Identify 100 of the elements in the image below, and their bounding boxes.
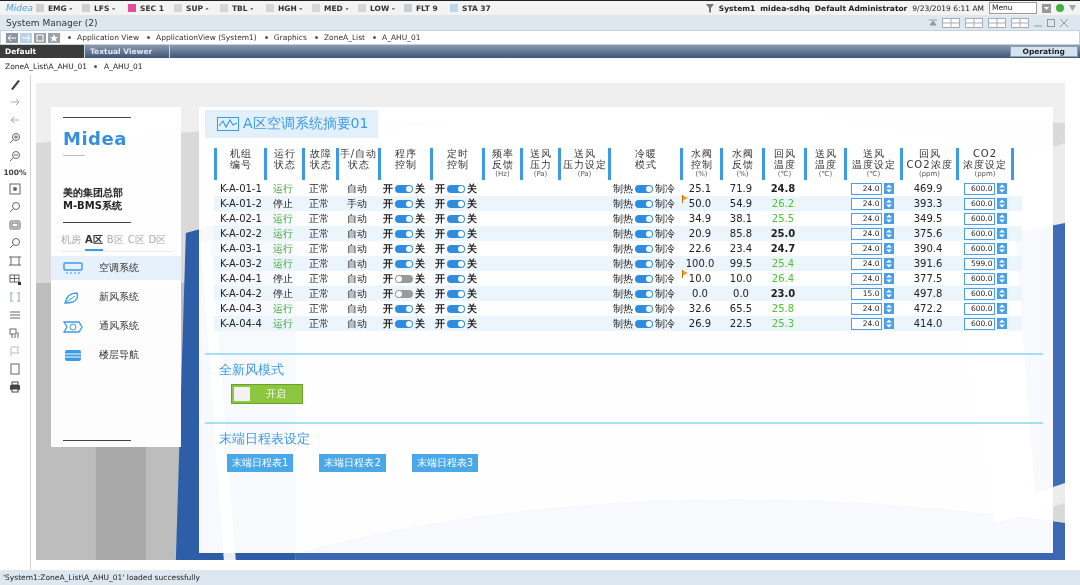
spin-button-icon[interactable]: [883, 228, 894, 239]
table-cell: 393.3: [913, 197, 943, 210]
spin-button-icon[interactable]: [996, 258, 1007, 269]
table-cell: K-A-01-1: [220, 182, 262, 195]
search-icon[interactable]: [9, 237, 21, 249]
select-icon[interactable]: [9, 291, 21, 303]
table-cell: 自动: [347, 242, 367, 255]
column-header: 程序: [394, 148, 417, 159]
toggle-switch[interactable]: [447, 304, 465, 313]
grid-icon[interactable]: [9, 273, 21, 285]
toggle-label: 制热: [613, 301, 633, 316]
table-cell: K-A-04-3: [220, 302, 262, 315]
zoom-in-icon[interactable]: [9, 132, 21, 144]
spin-button-icon[interactable]: [883, 198, 894, 209]
spin-button-icon[interactable]: [883, 318, 894, 329]
column-header: 送风: [573, 148, 596, 159]
table-cell: 23.0: [770, 287, 796, 300]
search-icon[interactable]: [9, 201, 21, 213]
spin-button-icon[interactable]: [883, 213, 894, 224]
column-header: 浓度设定: [963, 159, 1007, 170]
toggle-switch[interactable]: [395, 319, 413, 328]
toggle-switch[interactable]: [447, 289, 465, 298]
spin-button-icon[interactable]: [883, 258, 894, 269]
spin-button-icon[interactable]: [883, 288, 894, 299]
print-icon[interactable]: [9, 381, 21, 393]
toggle-switch[interactable]: [635, 289, 653, 298]
toggle-switch[interactable]: [395, 184, 413, 193]
toggle-switch[interactable]: [447, 319, 465, 328]
table-cell: 32.6: [688, 302, 712, 315]
toggle-switch[interactable]: [395, 304, 413, 313]
toggle-switch[interactable]: [635, 259, 653, 268]
table-cell: 运行: [273, 257, 293, 270]
toggle-label: 开: [435, 316, 445, 331]
spin-button-icon[interactable]: [883, 243, 894, 254]
toggle-switch[interactable]: [447, 214, 465, 223]
layout-icon[interactable]: [988, 17, 1006, 28]
toggle-switch[interactable]: [635, 304, 653, 313]
caret-icon[interactable]: [1069, 5, 1076, 11]
spin-button-icon[interactable]: [996, 243, 1007, 254]
arrow-right-icon[interactable]: [9, 96, 21, 108]
toggle-switch[interactable]: [635, 199, 653, 208]
toggle-switch[interactable]: [635, 229, 653, 238]
spin-button-icon[interactable]: [996, 303, 1007, 314]
toggle-switch[interactable]: [395, 274, 413, 283]
nav-menu-item[interactable]: 新风系统: [51, 285, 181, 309]
toggle-switch[interactable]: [395, 229, 413, 238]
spin-button-icon[interactable]: [996, 273, 1007, 284]
spin-button-icon[interactable]: [996, 318, 1007, 329]
spin-button-icon[interactable]: [883, 303, 894, 314]
spin-button-icon[interactable]: [883, 273, 894, 284]
toggle-switch[interactable]: [635, 319, 653, 328]
toggle-switch[interactable]: [447, 199, 465, 208]
spin-button-icon[interactable]: [996, 288, 1007, 299]
fit-view-icon[interactable]: [9, 183, 21, 195]
toggle-switch[interactable]: [635, 214, 653, 223]
nav-menu-item[interactable]: 空调系统: [51, 256, 181, 280]
dropdown-icon[interactable]: [1042, 3, 1051, 13]
layout-icon[interactable]: [1011, 17, 1029, 28]
zone-tab[interactable]: A区: [85, 231, 103, 251]
toggle-switch[interactable]: [447, 244, 465, 253]
toggle-switch[interactable]: [635, 274, 653, 283]
toggle-label: 制热: [613, 226, 633, 241]
nav-menu-item[interactable]: 通风系统: [51, 314, 181, 338]
pen-icon[interactable]: [9, 78, 21, 90]
spin-button-icon[interactable]: [996, 183, 1007, 194]
layout-icon[interactable]: [942, 17, 960, 28]
back-icon[interactable]: [6, 32, 18, 43]
collapse-icon[interactable]: [929, 18, 937, 27]
spin-button-icon[interactable]: [996, 198, 1007, 209]
fan-icon: [63, 319, 83, 333]
toggle-switch[interactable]: [395, 259, 413, 268]
toggle-switch[interactable]: [635, 184, 653, 193]
spin-button-icon[interactable]: [996, 213, 1007, 224]
toggle-switch[interactable]: [447, 274, 465, 283]
flag-icon[interactable]: [9, 345, 21, 357]
toggle-switch[interactable]: [447, 259, 465, 268]
spin-button-icon[interactable]: [996, 228, 1007, 239]
forward-icon[interactable]: [20, 32, 32, 43]
toggle-switch[interactable]: [395, 244, 413, 253]
crop-icon[interactable]: [9, 255, 21, 267]
toggle-switch[interactable]: [395, 214, 413, 223]
table-cell: 10.0: [688, 272, 712, 285]
menu-icon[interactable]: [9, 309, 21, 321]
toggle-switch[interactable]: [635, 244, 653, 253]
maximize-icon[interactable]: [1047, 18, 1055, 27]
toggle-switch[interactable]: [395, 199, 413, 208]
table-cell: 391.6: [913, 257, 943, 270]
table-cell: 运行: [273, 212, 293, 225]
zoom-out-icon[interactable]: [9, 150, 21, 162]
toggle-switch[interactable]: [447, 229, 465, 238]
nav-menu-item[interactable]: 楼层导航: [51, 343, 181, 367]
arrow-left-icon[interactable]: [9, 114, 21, 126]
frame-icon[interactable]: [9, 219, 21, 231]
page-icon[interactable]: [9, 363, 21, 375]
star-icon[interactable]: [48, 32, 60, 43]
close-icon[interactable]: [1060, 18, 1068, 27]
layout-icon[interactable]: [965, 17, 983, 28]
toggle-switch[interactable]: [447, 184, 465, 193]
toggle-switch[interactable]: [395, 289, 413, 298]
spin-button-icon[interactable]: [883, 183, 894, 194]
